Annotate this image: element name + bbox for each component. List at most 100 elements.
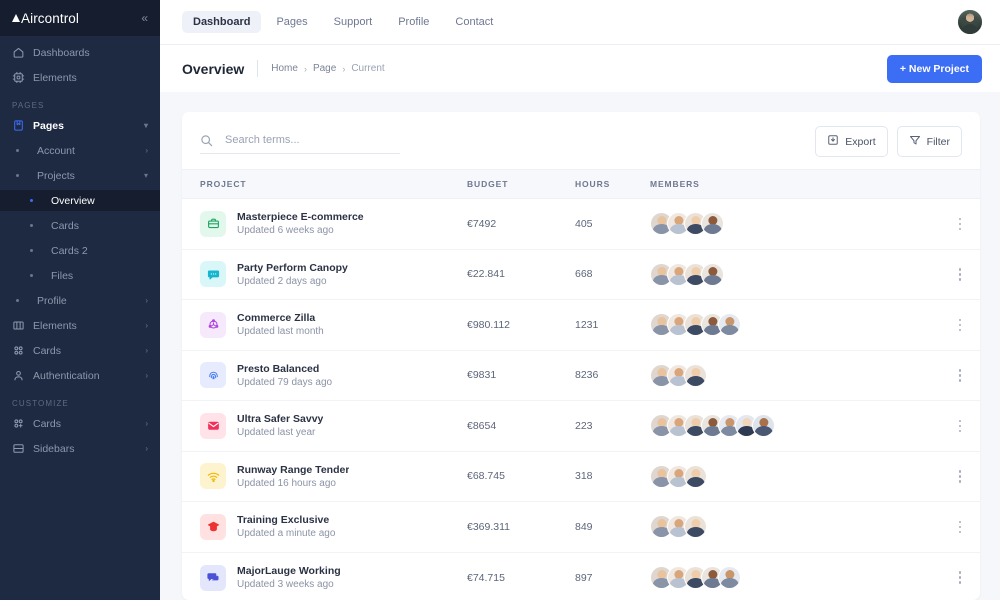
new-project-button[interactable]: + New Project (887, 55, 982, 83)
sidebar-item-cards[interactable]: Cards › (0, 413, 160, 434)
tab-support[interactable]: Support (323, 11, 384, 33)
sidebar-section-title: CUSTOMIZE (0, 390, 160, 413)
sidebar-item-files[interactable]: Files (0, 265, 160, 286)
sidebar-item-cards[interactable]: Cards › (0, 340, 160, 361)
cell-project: Ultra Safer Savvy Updated last year (182, 401, 467, 452)
table-row[interactable]: Commerce Zilla Updated last month €980.1… (182, 300, 980, 351)
table-row[interactable]: MajorLauge Working Updated 3 weeks ago €… (182, 552, 980, 600)
sidebar-item-authentication[interactable]: Authentication › (0, 365, 160, 386)
project-updated: Updated 2 days ago (237, 276, 348, 287)
breadcrumb-separator: › (342, 64, 345, 74)
row-menu-icon[interactable] (940, 369, 980, 382)
chats-icon (200, 565, 226, 591)
breadcrumb-item[interactable]: Home (271, 63, 298, 74)
sidebar: Aircontrol « Dashboards Elements PAGES P… (0, 0, 160, 600)
breadcrumb: Home › Page › Current (271, 63, 384, 74)
table-row[interactable]: Runway Range Tender Updated 16 hours ago… (182, 451, 980, 502)
project-name: Commerce Zilla (237, 312, 324, 324)
table-row[interactable]: Masterpiece E-commerce Updated 6 weeks a… (182, 199, 980, 250)
brand-logo[interactable]: Aircontrol (12, 11, 79, 26)
chevron-down-icon: ▾ (144, 121, 148, 130)
tab-contact[interactable]: Contact (444, 11, 504, 33)
row-menu-icon[interactable] (940, 470, 980, 483)
search-input[interactable] (200, 131, 400, 154)
row-menu-icon[interactable] (940, 521, 980, 534)
dot (16, 299, 30, 302)
chevrons-left-icon[interactable]: « (141, 12, 148, 24)
cell-members (650, 249, 940, 300)
sidebar-item-elements[interactable]: Elements › (0, 315, 160, 336)
sidebar-brand: Aircontrol « (0, 0, 160, 36)
sidebar-item-elements[interactable]: Elements (0, 67, 160, 88)
member-avatar[interactable] (701, 263, 724, 286)
filter-label: Filter (927, 136, 950, 148)
cell-hours: 897 (575, 552, 650, 600)
brand-name: Aircontrol (21, 11, 79, 26)
member-avatar[interactable] (684, 465, 707, 488)
member-avatar[interactable] (718, 566, 741, 589)
top-tabs: DashboardPagesSupportProfileContact (182, 11, 504, 33)
member-avatar[interactable] (684, 515, 707, 538)
sidebar-item-cards[interactable]: Cards (0, 215, 160, 236)
project-updated: Updated last year (237, 427, 323, 438)
row-menu-icon[interactable] (940, 319, 980, 332)
table-header-row: PROJECT BUDGET HOURS MEMBERS (182, 170, 980, 199)
tab-dashboard[interactable]: Dashboard (182, 11, 261, 33)
row-menu-icon[interactable] (940, 571, 980, 584)
content-area: Export Filter PROJECT (160, 92, 1000, 600)
export-button[interactable]: Export (815, 126, 887, 157)
user-avatar[interactable] (958, 10, 982, 34)
sidebar-item-profile[interactable]: Profile › (0, 290, 160, 311)
chip-icon (12, 71, 26, 84)
sidebar-item-cards-2[interactable]: Cards 2 (0, 240, 160, 261)
bullet-icon (16, 149, 19, 152)
member-avatar[interactable] (684, 364, 707, 387)
member-avatar[interactable] (752, 414, 775, 437)
dot (30, 274, 44, 277)
sidebar-item-dashboards[interactable]: Dashboards (0, 42, 160, 63)
table-row[interactable]: Ultra Safer Savvy Updated last year €865… (182, 401, 980, 452)
cell-hours: 8236 (575, 350, 650, 401)
cell-budget: €980.112 (467, 300, 575, 351)
avatar-body (720, 578, 738, 588)
cell-hours: 668 (575, 249, 650, 300)
sidebar-item-overview[interactable]: Overview (0, 190, 160, 211)
book-icon (12, 119, 26, 132)
filter-icon (909, 134, 921, 149)
member-avatar[interactable] (701, 212, 724, 235)
table-row[interactable]: Training Exclusive Updated a minute ago … (182, 502, 980, 553)
filter-button[interactable]: Filter (897, 126, 962, 157)
tab-pages[interactable]: Pages (265, 11, 318, 33)
sidebar-item-account[interactable]: Account › (0, 140, 160, 161)
chevron-right-icon: › (145, 346, 148, 355)
row-menu-icon[interactable] (940, 268, 980, 281)
avatar-group (650, 313, 940, 336)
project-name: MajorLauge Working (237, 565, 341, 577)
sidebar-item-sidebars[interactable]: Sidebars › (0, 438, 160, 459)
sidebar-item-label: Overview (51, 195, 148, 207)
bullet-icon (16, 174, 19, 177)
sidebar-item-pages[interactable]: Pages ▾ (0, 115, 160, 136)
chevron-right-icon: › (145, 321, 148, 330)
table-row[interactable]: Presto Balanced Updated 79 days ago €983… (182, 350, 980, 401)
breadcrumb-item[interactable]: Current (351, 63, 384, 74)
sidebar-item-label: Cards (33, 418, 145, 430)
col-hours: HOURS (575, 170, 650, 199)
sidebar-item-projects[interactable]: Projects ▾ (0, 165, 160, 186)
columns-icon (12, 319, 26, 332)
envelope-icon (200, 413, 226, 439)
tab-profile[interactable]: Profile (387, 11, 440, 33)
network-icon (200, 312, 226, 338)
project-name: Presto Balanced (237, 363, 332, 375)
row-menu-icon[interactable] (940, 420, 980, 433)
row-menu-icon[interactable] (940, 218, 980, 231)
member-avatar[interactable] (718, 313, 741, 336)
cell-actions (940, 502, 980, 553)
breadcrumb-item[interactable]: Page (313, 63, 336, 74)
breadcrumb-separator: › (304, 64, 307, 74)
cell-project: Party Perform Canopy Updated 2 days ago (182, 249, 467, 300)
cell-actions (940, 552, 980, 600)
col-project: PROJECT (182, 170, 467, 199)
table-row[interactable]: Party Perform Canopy Updated 2 days ago … (182, 249, 980, 300)
cell-project: Masterpiece E-commerce Updated 6 weeks a… (182, 199, 467, 250)
